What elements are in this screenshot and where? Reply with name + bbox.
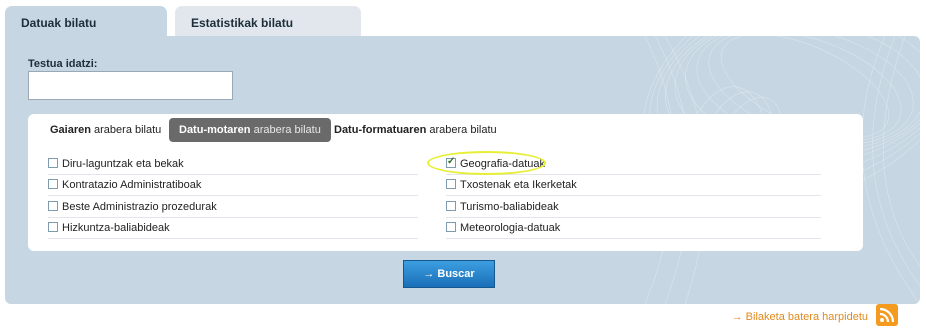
- filter-tab-datu-motaren[interactable]: Datu-motaren arabera bilatu: [169, 118, 331, 142]
- tab-estatistikak-bilatu[interactable]: Estatistikak bilatu: [175, 6, 361, 38]
- option-label: Hizkuntza-baliabideak: [62, 222, 170, 234]
- checkbox[interactable]: [48, 201, 58, 211]
- filter-box: Gaiaren arabera bilatu Datu-motaren arab…: [28, 114, 863, 251]
- rss-icon[interactable]: [876, 304, 898, 326]
- filter-tab-bold: Datu-formatuaren: [334, 124, 427, 136]
- option-beste-prozedurak[interactable]: Beste Administrazio prozedurak: [48, 198, 418, 218]
- option-diru-laguntzak[interactable]: Diru-laguntzak eta bekak: [48, 155, 418, 175]
- search-button[interactable]: → Buscar: [403, 260, 495, 288]
- option-label: Turismo-baliabideak: [460, 201, 559, 213]
- filter-tab-rest: arabera bilatu: [250, 124, 321, 136]
- option-label: Beste Administrazio prozedurak: [62, 201, 217, 213]
- option-hizkuntza[interactable]: Hizkuntza-baliabideak: [48, 219, 418, 239]
- option-txostenak[interactable]: Txostenak eta Ikerketak: [446, 176, 821, 196]
- filter-tab-rest: arabera bilatu: [426, 124, 497, 136]
- option-label: Diru-laguntzak eta bekak: [62, 158, 184, 170]
- option-turismo[interactable]: Turismo-baliabideak: [446, 198, 821, 218]
- filter-tab-bold: Gaiaren: [50, 124, 91, 136]
- option-kontratazio[interactable]: Kontratazio Administratiboak: [48, 176, 418, 196]
- search-input[interactable]: [28, 71, 233, 100]
- checkbox[interactable]: [48, 179, 58, 189]
- highlight-ellipse: [427, 151, 546, 175]
- checkbox[interactable]: [48, 222, 58, 232]
- checkbox[interactable]: [48, 158, 58, 168]
- checkbox[interactable]: [446, 201, 456, 211]
- option-label: Txostenak eta Ikerketak: [460, 179, 577, 191]
- checkbox[interactable]: [446, 222, 456, 232]
- option-meteorologia[interactable]: Meteorologia-datuak: [446, 219, 821, 239]
- search-field-label: Testua idatzi:: [28, 58, 98, 70]
- subscribe-link[interactable]: → Bilaketa batera harpidetu: [732, 311, 868, 323]
- filter-tab-bold: Datu-motaren: [179, 124, 251, 136]
- filter-tab-datu-formatuaren[interactable]: Datu-formatuaren arabera bilatu: [324, 118, 507, 142]
- tab-datuak-bilatu[interactable]: Datuak bilatu: [5, 6, 167, 38]
- option-label: Meteorologia-datuak: [460, 222, 561, 234]
- option-label: Kontratazio Administratiboak: [62, 179, 202, 191]
- filter-tab-rest: arabera bilatu: [90, 124, 162, 136]
- checkbox[interactable]: [446, 179, 456, 189]
- search-panel: Testua idatzi: Gaiaren arabera bilatu Da…: [5, 36, 920, 304]
- filter-tab-gaiaren[interactable]: Gaiaren arabera bilatu: [40, 118, 171, 142]
